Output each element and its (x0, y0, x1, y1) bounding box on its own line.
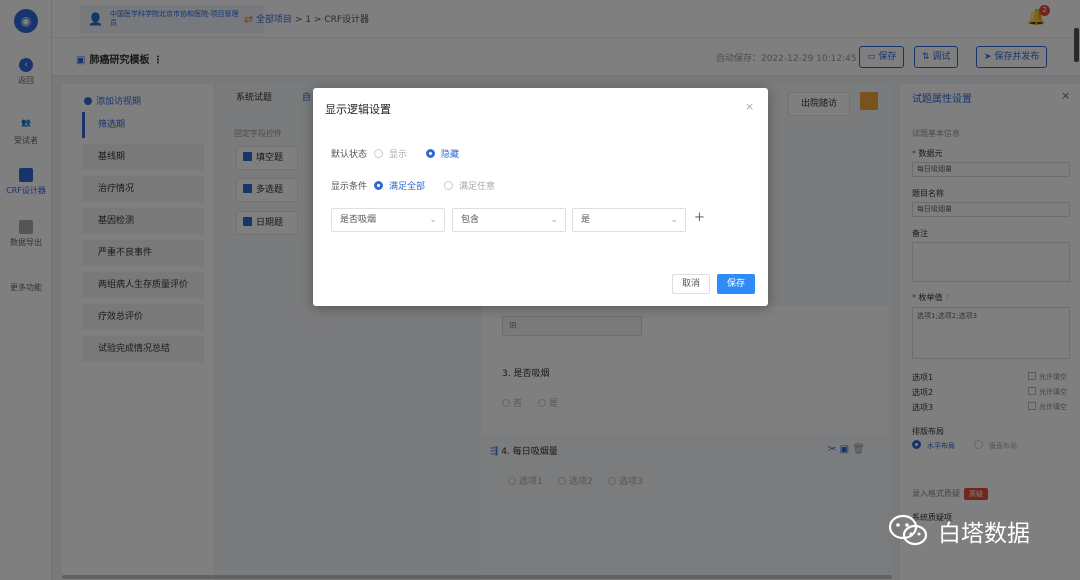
radio-icon (374, 149, 383, 158)
value-select[interactable]: 是 ⌄ (572, 208, 686, 232)
value-select-value: 是 (581, 215, 591, 225)
operator-select-value: 包含 (461, 215, 480, 225)
radio-hide[interactable]: 隐藏 (426, 147, 459, 160)
display-logic-dialog: 显示逻辑设置 × 默认状态 显示 隐藏 显示条件 满足全部 满足任意 是否吸烟 ⌄… (313, 88, 768, 306)
cancel-button[interactable]: 取消 (672, 274, 710, 294)
chevron-down-icon: ⌄ (429, 215, 437, 225)
radio-show-label: 显示 (389, 150, 408, 160)
radio-match-all-label: 满足全部 (389, 182, 426, 192)
dialog-save-button[interactable]: 保存 (717, 274, 755, 294)
field-select[interactable]: 是否吸烟 ⌄ (331, 208, 445, 232)
radio-icon (426, 149, 435, 158)
default-state-label: 默认状态 (331, 150, 368, 160)
operator-select[interactable]: 包含 ⌄ (452, 208, 566, 232)
add-condition-icon[interactable]: + (694, 210, 705, 225)
radio-match-any[interactable]: 满足任意 (444, 179, 495, 192)
dialog-title: 显示逻辑设置 (325, 103, 391, 116)
condition-label: 显示条件 (331, 182, 368, 192)
radio-match-any-label: 满足任意 (459, 182, 496, 192)
radio-match-all[interactable]: 满足全部 (374, 179, 425, 192)
close-icon[interactable]: × (745, 100, 754, 113)
radio-icon (444, 181, 453, 190)
field-select-value: 是否吸烟 (340, 215, 377, 225)
radio-icon (374, 181, 383, 190)
radio-show[interactable]: 显示 (374, 147, 407, 160)
wechat-icon (888, 514, 928, 546)
chevron-down-icon: ⌄ (670, 215, 678, 225)
watermark-text: 白塔数据 (938, 521, 1030, 547)
chevron-down-icon: ⌄ (550, 215, 558, 225)
radio-hide-label: 隐藏 (441, 150, 460, 160)
